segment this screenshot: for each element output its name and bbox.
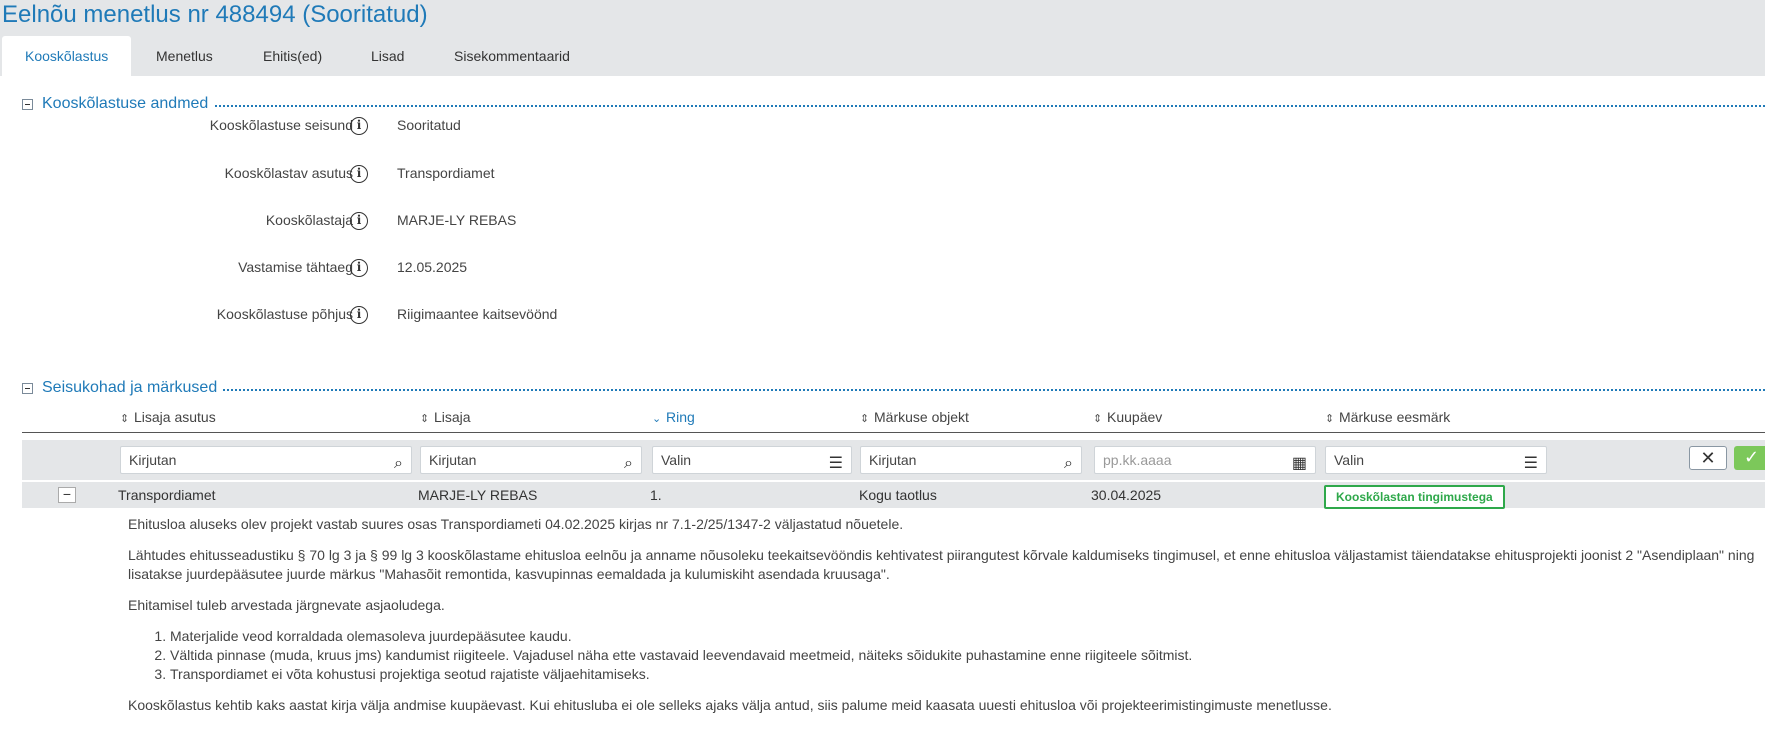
- check-icon: ✓: [1744, 447, 1760, 467]
- field-label-asutus: Kooskõlastav asutus: [224, 165, 353, 181]
- field-value-asutus: Transpordiamet: [397, 165, 495, 181]
- section-divider: [202, 105, 1765, 107]
- section-divider: [202, 389, 1765, 391]
- section-kooskolastuse-andmed: Kooskõlastuse andmed: [22, 94, 1765, 114]
- sort-icon: ⇕: [1093, 413, 1103, 425]
- page-title: Eelnõu menetlus nr 488494 (Sooritatud): [2, 1, 428, 28]
- calendar-icon: ▦: [1291, 455, 1307, 472]
- status-badge: Kooskõlastan tingimustega: [1324, 485, 1505, 509]
- clear-filters-button[interactable]: ✕: [1689, 446, 1727, 470]
- collapse-toggle[interactable]: [22, 99, 33, 110]
- column-label: Kuupäev: [1107, 409, 1163, 425]
- field-label-tahtaeg: Vastamise tähtaeg: [238, 259, 353, 275]
- tab-menetlus[interactable]: Menetlus: [133, 36, 236, 76]
- info-icon[interactable]: i: [350, 165, 368, 183]
- table-row[interactable]: − Transpordiamet MARJE-LY REBAS 1. Kogu …: [22, 482, 1765, 509]
- section-seisukohad: Seisukohad ja märkused: [22, 378, 1765, 398]
- filter-lisaja-input[interactable]: Kirjutan ⌕: [420, 446, 642, 474]
- column-label: Ring: [666, 409, 695, 425]
- field-label-seisund: Kooskõlastuse seisund: [209, 117, 353, 133]
- column-label: Märkuse objekt: [874, 409, 969, 425]
- column-label: Märkuse eesmärk: [1339, 409, 1451, 425]
- field-value-kooskolastaja: MARJE-LY REBAS: [397, 212, 517, 228]
- info-icon[interactable]: i: [350, 117, 368, 135]
- comment-paragraph: Ehitamisel tuleb arvestada järgnevate as…: [128, 597, 445, 613]
- column-header-ring[interactable]: ⌄ Ring: [652, 409, 695, 425]
- close-icon: ✕: [1700, 448, 1716, 468]
- info-icon[interactable]: i: [350, 212, 368, 230]
- apply-filters-button[interactable]: ✓: [1734, 446, 1765, 470]
- filter-markuse-eesmark-select[interactable]: Valin ☰: [1325, 446, 1547, 474]
- tab-lisad[interactable]: Lisad: [348, 36, 427, 76]
- search-icon: ⌕: [394, 455, 403, 472]
- comment-paragraph: Kooskõlastus kehtib kaks aastat kirja vä…: [128, 697, 1332, 713]
- comment-paragraph: Ehitusloa aluseks olev projekt vastab su…: [128, 516, 904, 532]
- filter-kuupaev-input[interactable]: pp.kk.aaaa ▦: [1094, 446, 1316, 474]
- cell-ring: 1.: [650, 487, 662, 503]
- tab-bar: Kooskõlastus Menetlus Ehitis(ed) Lisad S…: [0, 36, 1765, 76]
- sort-icon: ⇕: [420, 413, 430, 425]
- column-header-markuse-objekt[interactable]: ⇕ Märkuse objekt: [860, 409, 969, 425]
- collapse-toggle[interactable]: [22, 383, 33, 394]
- tab-kooskolastus[interactable]: Kooskõlastus: [2, 36, 132, 76]
- column-header-lisaja-asutus[interactable]: ⇕ Lisaja asutus: [120, 409, 216, 425]
- tab-sisekommentaarid[interactable]: Sisekommentaarid: [431, 36, 593, 76]
- list-icon: ☰: [1523, 455, 1538, 472]
- column-header-kuupaev[interactable]: ⇕ Kuupäev: [1093, 409, 1162, 425]
- list-item: Materjalide veod korraldada olemasoleva …: [170, 627, 1765, 646]
- field-label-kooskolastaja: Kooskõlastaja: [265, 212, 353, 228]
- comment-list: Materjalide veod korraldada olemasoleva …: [170, 627, 1765, 684]
- field-value-seisund: Sooritatud: [397, 117, 461, 133]
- column-label: Lisaja asutus: [134, 409, 216, 425]
- column-header-lisaja[interactable]: ⇕ Lisaja: [420, 409, 471, 425]
- filter-lisaja-asutus-input[interactable]: Kirjutan ⌕: [120, 446, 412, 474]
- chevron-down-icon: ⌄: [652, 413, 662, 425]
- filter-row: Kirjutan ⌕ Kirjutan ⌕ Valin ☰ Kirjutan ⌕ pp.…: [22, 440, 1765, 480]
- column-header-markuse-eesmark[interactable]: ⇕ Märkuse eesmärk: [1325, 409, 1450, 425]
- field-label-pohjus: Kooskõlastuse põhjus: [216, 306, 353, 322]
- search-icon: ⌕: [1064, 455, 1073, 472]
- sort-icon: ⇕: [1325, 413, 1335, 425]
- sort-icon: ⇕: [860, 413, 870, 425]
- main-content: Kooskõlastuse andmed Kooskõlastuse seisu…: [0, 76, 1765, 732]
- info-icon[interactable]: i: [350, 306, 368, 324]
- collapse-row-toggle[interactable]: −: [58, 487, 76, 503]
- cell-lisaja: MARJE-LY REBAS: [418, 487, 538, 503]
- tab-ehitised[interactable]: Ehitis(ed): [240, 36, 345, 76]
- section-title: Kooskõlastuse andmed: [42, 94, 215, 114]
- filter-ring-select[interactable]: Valin ☰: [652, 446, 852, 474]
- list-item: Transpordiamet ei võta kohustusi projekt…: [170, 665, 1765, 684]
- comment-paragraph: Lähtudes ehitusseadustiku § 70 lg 3 ja §…: [128, 547, 1755, 582]
- field-value-tahtaeg: 12.05.2025: [397, 259, 468, 275]
- column-label: Lisaja: [434, 409, 471, 425]
- header-divider: [22, 432, 1765, 433]
- section-title: Seisukohad ja märkused: [42, 378, 224, 398]
- list-icon: ☰: [828, 455, 843, 472]
- info-icon[interactable]: i: [350, 259, 368, 277]
- cell-kuupaev: 30.04.2025: [1091, 487, 1162, 503]
- search-icon: ⌕: [624, 455, 633, 472]
- comment-detail: Ehitusloa aluseks olev projekt vastab su…: [128, 515, 1765, 727]
- cell-lisaja-asutus: Transpordiamet: [118, 487, 216, 503]
- list-item: Vältida pinnase (muda, kruus jms) kandum…: [170, 646, 1765, 665]
- cell-markuse-objekt: Kogu taotlus: [859, 487, 937, 503]
- filter-markuse-objekt-input[interactable]: Kirjutan ⌕: [860, 446, 1082, 474]
- sort-icon: ⇕: [120, 413, 130, 425]
- field-value-pohjus: Riigimaantee kaitsevöönd: [397, 306, 558, 322]
